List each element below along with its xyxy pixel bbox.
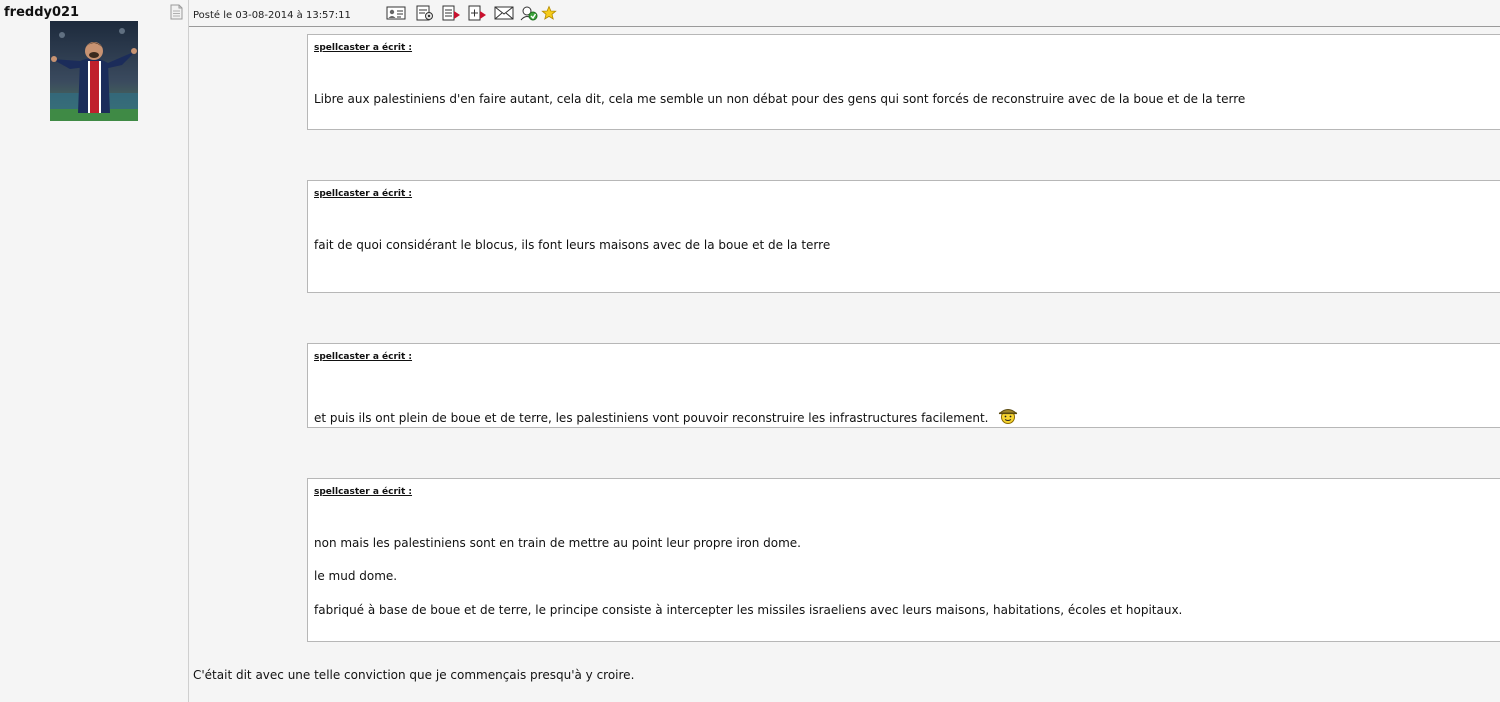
quote-author[interactable]: spellcaster a écrit :	[314, 352, 412, 362]
quote-author[interactable]: spellcaster a écrit :	[314, 487, 412, 497]
quote-text: et puis ils ont plein de boue et de terr…	[314, 406, 1018, 427]
quote-author[interactable]: spellcaster a écrit :	[314, 189, 412, 199]
post-header: Posté le 03-08-2014 à 13:57:11	[189, 0, 1500, 27]
quote-icon[interactable]	[442, 5, 462, 21]
quote-text: Libre aux palestiniens d'en faire autant…	[314, 92, 1246, 106]
profile-card-icon[interactable]	[386, 5, 406, 21]
favorite-star-icon[interactable]	[541, 5, 561, 21]
quote-text-content: et puis ils ont plein de boue et de terr…	[314, 411, 989, 425]
quote-block: spellcaster a écrit : non mais les pales…	[307, 478, 1500, 642]
quote-author[interactable]: spellcaster a écrit :	[314, 43, 412, 53]
quote-text: fabriqué à base de boue et de terre, le …	[314, 603, 1183, 617]
quote-text: fait de quoi considérant le blocus, ils …	[314, 238, 831, 252]
alert-icon[interactable]	[519, 5, 539, 21]
multi-quote-icon[interactable]	[468, 5, 488, 21]
soldier-smiley-icon	[998, 406, 1018, 427]
quote-block: spellcaster a écrit : et puis ils ont pl…	[307, 343, 1500, 428]
contacts-icon[interactable]	[415, 5, 435, 21]
reply-text: C'était dit avec une telle conviction qu…	[193, 668, 635, 682]
author-username[interactable]: freddy021	[4, 5, 79, 20]
avatar	[50, 21, 138, 121]
quote-block: spellcaster a écrit : fait de quoi consi…	[307, 180, 1500, 293]
post-body: Posté le 03-08-2014 à 13:57:11 spellcast…	[189, 0, 1500, 702]
quote-block: spellcaster a écrit : Libre aux palestin…	[307, 34, 1500, 130]
profile-page-icon[interactable]	[170, 4, 183, 20]
author-sidebar: freddy021	[0, 0, 189, 702]
quote-text: le mud dome.	[314, 569, 398, 583]
quote-text: non mais les palestiniens sont en train …	[314, 536, 801, 550]
post-timestamp: Posté le 03-08-2014 à 13:57:11	[193, 10, 351, 21]
private-message-icon[interactable]	[494, 5, 514, 21]
